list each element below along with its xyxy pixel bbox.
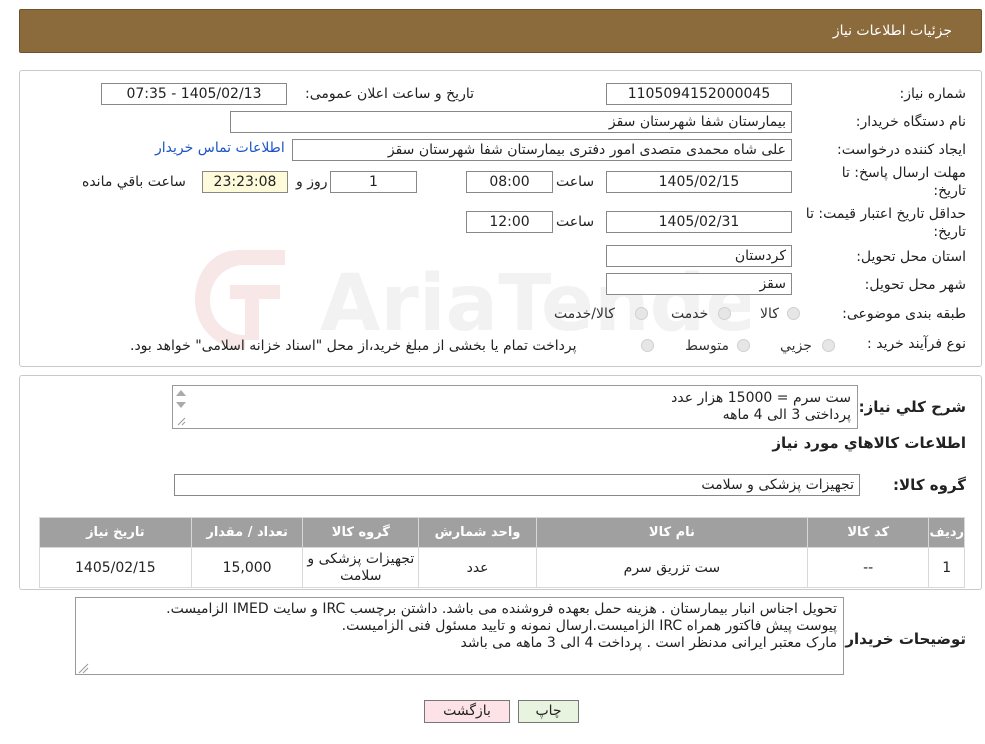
page-header: جزئیات اطلاعات نیاز — [19, 9, 982, 53]
validity-date-field: 1405/02/31 — [606, 211, 792, 233]
category-radio-goods[interactable] — [787, 307, 800, 320]
col-header-quantity: تعداد / مقدار — [190, 517, 304, 548]
buyer-notes-line-2: پیوست پیش فاکتور همراه IRC الزامیست.ارسا… — [341, 618, 837, 634]
print-button[interactable]: چاپ — [518, 700, 579, 723]
remaining-label: ساعت باقي مانده — [82, 174, 186, 190]
back-button[interactable]: بازگشت — [424, 700, 510, 723]
goods-group-label: گروه کالا: — [893, 476, 966, 494]
col-header-code: کد کالا — [806, 517, 930, 548]
creator-field: علی شاه محمدی متصدی امور دفتری بیمارستان… — [292, 139, 792, 161]
need-number-label: شماره نیاز: — [899, 86, 967, 102]
purchase-radio-treasury[interactable] — [641, 339, 654, 352]
category-label: طبقه بندی موضوعی: — [842, 306, 966, 322]
deadline-time-label: ساعت — [556, 174, 595, 190]
category-radio-service[interactable] — [718, 307, 731, 320]
cell-quantity: 15,000 — [190, 547, 304, 588]
province-label: استان محل تحویل: — [856, 249, 966, 265]
validity-label: حداقل تاریخ اعتبار قیمت: تا — [805, 206, 966, 222]
description-line-2: پرداختی 3 الی 4 ماهه — [722, 407, 851, 423]
buyer-notes-line-3: مارک معتبر ایرانی مدنظر است . پرداخت 4 ا… — [460, 635, 837, 651]
category-radio-goods-service[interactable] — [635, 307, 648, 320]
description-line-1: ست سرم = 15000 هزار عدد — [671, 390, 851, 406]
validity-time-field: 12:00 — [466, 211, 553, 233]
deadline-time-field: 08:00 — [466, 171, 553, 193]
city-field: سقز — [606, 273, 792, 295]
province-field: کردستان — [606, 245, 792, 267]
category-option-goods: کالا — [760, 306, 779, 322]
buyer-contact-link[interactable]: اطلاعات تماس خریدار — [155, 140, 285, 156]
category-option-goods-service: کالا/خدمت — [554, 306, 615, 322]
city-label: شهر محل تحویل: — [864, 277, 966, 293]
purchase-note: پرداخت تمام یا بخشی از مبلغ خرید،از محل … — [130, 338, 577, 354]
purchase-type-label: نوع فرآیند خرید : — [867, 336, 966, 352]
goods-group-field: تجهیزات پزشکی و سلامت — [174, 474, 860, 496]
validity-label-date: تاریخ: — [933, 224, 966, 240]
buyer-org-field: بیمارستان شفا شهرستان سقز — [230, 111, 792, 133]
cell-name: ست تزریق سرم — [535, 547, 808, 588]
deadline-label-date: تاریخ: — [933, 183, 966, 199]
buyer-org-label: نام دستگاه خریدار: — [855, 114, 966, 130]
cell-code: -- — [806, 547, 930, 588]
goods-section-title: اطلاعات کالاهاي مورد نياز — [772, 434, 966, 452]
purchase-radio-small[interactable] — [822, 339, 835, 352]
buyer-notes-textarea[interactable]: تحویل اجناس انبار بیمارستان . هزینه حمل … — [75, 597, 844, 675]
description-textarea[interactable]: ست سرم = 15000 هزار عدد پرداختی 3 الی 4 … — [172, 385, 858, 429]
deadline-date-field: 1405/02/15 — [606, 171, 792, 193]
scroll-arrows-icon[interactable] — [174, 388, 188, 428]
purchase-option-medium: متوسط — [685, 338, 729, 354]
days-label: روز و — [296, 174, 328, 190]
col-header-unit: واحد شمارش — [418, 517, 537, 548]
announce-label: تاریخ و ساعت اعلان عمومی: — [305, 86, 474, 102]
category-option-service: خدمت — [671, 306, 709, 322]
buyer-notes-line-1: تحویل اجناس انبار بیمارستان . هزینه حمل … — [166, 601, 837, 617]
purchase-radio-medium[interactable] — [737, 339, 750, 352]
description-label: شرح کلي نياز: — [858, 398, 966, 416]
cell-unit: عدد — [418, 547, 537, 588]
col-header-name: نام کالا — [535, 517, 808, 548]
creator-label: ایجاد کننده درخواست: — [837, 142, 966, 158]
goods-table: رديف کد کالا نام کالا واحد شمارش گروه کا… — [39, 517, 965, 588]
cell-row: 1 — [928, 547, 965, 588]
cell-group: تجهیزات پزشکی و سلامت — [302, 547, 420, 588]
resize-handle-icon[interactable] — [77, 662, 89, 674]
table-row: 1 -- ست تزریق سرم عدد تجهیزات پزشکی و سل… — [39, 547, 965, 588]
deadline-label: مهلت ارسال پاسخ: تا — [841, 165, 966, 181]
purchase-option-small: جزیي — [780, 338, 812, 354]
remaining-days-field: 1 — [330, 171, 417, 193]
col-header-date: تاريخ نياز — [39, 517, 192, 548]
validity-time-label: ساعت — [556, 214, 595, 230]
remaining-time-field: 23:23:08 — [202, 171, 288, 193]
announce-datetime-field: 1405/02/13 - 07:35 — [101, 83, 287, 105]
col-header-group: گروه کالا — [302, 517, 420, 548]
page-title: جزئیات اطلاعات نیاز — [832, 23, 952, 39]
need-number-field: 1105094152000045 — [606, 83, 792, 105]
cell-date: 1405/02/15 — [39, 547, 192, 588]
buyer-notes-label: توضیحات خریدار: — [839, 630, 966, 648]
col-header-row: رديف — [928, 517, 965, 548]
